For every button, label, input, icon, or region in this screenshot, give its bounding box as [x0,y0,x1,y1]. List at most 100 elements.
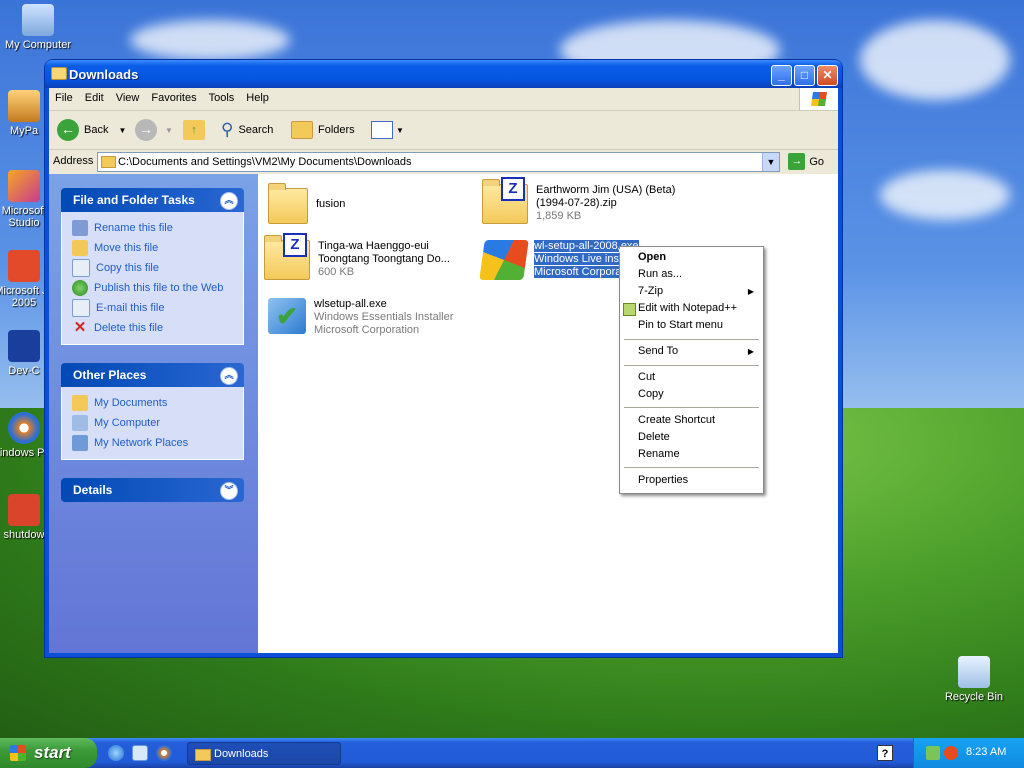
delete-x-icon: ✕ [73,319,87,336]
file-item-fusion[interactable]: fusion [268,183,345,224]
menu-tools[interactable]: Tools [203,88,241,104]
ctx-delete[interactable]: Delete [621,429,762,446]
cloud [860,20,1010,100]
file-item-earthworm-jim[interactable]: Z Earthworm Jim (USA) (Beta) (1994-07-28… [482,177,675,224]
taskbar-item-downloads[interactable]: Downloads [187,742,341,765]
views-button[interactable]: ▼ [371,118,404,142]
address-label: Address [53,155,94,167]
devc-icon [8,330,40,362]
collapse-icon[interactable]: ︽ [220,192,238,210]
other-places-header[interactable]: Other Places ︽ [61,363,244,387]
ctx-properties[interactable]: Properties [621,472,762,489]
minimize-button[interactable]: _ [771,65,792,86]
folder-shortcut-icon [8,90,40,122]
forward-arrow-icon: → [135,119,157,141]
file-item-wlsetup-all[interactable]: ✔ wlsetup-all.exe Windows Essentials Ins… [268,298,453,337]
go-button[interactable]: → Go [788,153,824,170]
task-publish[interactable]: Publish this file to the Web [72,278,243,298]
file-item-tinga-wa[interactable]: Z Tinga-wa Haenggo-eui Toongtang Toongta… [264,233,450,280]
task-delete[interactable]: ✕ Delete this file [72,318,243,338]
go-arrow-icon: → [788,153,806,170]
task-move[interactable]: Move this file [72,238,243,258]
maximize-button[interactable]: □ [794,65,815,86]
menu-separator [624,339,759,340]
context-menu: Open Run as... 7-Zip ▶ Edit with Notepad+… [619,246,764,494]
search-button[interactable]: ⚲ Search [221,118,273,142]
chevron-down-icon: ▼ [165,125,173,135]
forward-button[interactable]: → ▼ [135,118,173,142]
jsharp-icon [8,250,40,282]
ctx-open[interactable]: Open [621,249,762,266]
system-tray: 8:23 AM [913,738,1024,768]
toolbar: ← Back ▼ → ▼ ↑ ⚲ Search Folders ▼ [49,111,838,150]
globe-icon [72,280,88,296]
folders-icon [291,121,313,139]
other-places-list: My Documents My Computer My Network Plac… [61,387,244,460]
ctx-create-shortcut[interactable]: Create Shortcut [621,412,762,429]
ctx-send-to[interactable]: Send To ▶ [621,343,762,360]
windows-installer-icon [479,240,529,280]
ctx-pin-start[interactable]: Pin to Start menu [621,317,762,334]
chevron-down-icon: ▼ [396,125,404,135]
ctx-rename[interactable]: Rename [621,446,762,463]
file-item-wl-setup-all-2008[interactable]: wl-setup-all-2008.exe Windows Live inst … [479,240,639,280]
windows-logo [799,88,838,110]
desktop-icon-my-computer[interactable]: My Computer [0,4,76,51]
notepadpp-icon [623,303,636,316]
ctx-run-as[interactable]: Run as... [621,266,762,283]
up-folder-button[interactable]: ↑ [183,118,205,142]
back-arrow-icon: ← [57,119,79,141]
help-icon[interactable]: ? [877,745,893,761]
installer-icon: ✔ [268,298,306,334]
network-tray-icon[interactable] [926,746,940,760]
windows-flag-icon [811,92,827,106]
ctx-copy[interactable]: Copy [621,386,762,403]
place-my-computer[interactable]: My Computer [72,413,243,433]
collapse-icon[interactable]: ︽ [220,367,238,385]
place-my-network[interactable]: My Network Places [72,433,243,453]
folders-button[interactable]: Folders [291,118,355,142]
copy-icon [72,259,90,277]
security-tray-icon[interactable] [944,746,958,760]
desktop-icon-recycle-bin[interactable]: Recycle Bin [936,656,1012,703]
file-folder-tasks-header[interactable]: File and Folder Tasks ︽ [61,188,244,212]
details-header[interactable]: Details ︾ [61,478,244,502]
task-copy[interactable]: Copy this file [72,258,243,278]
file-folder-tasks-panel: File and Folder Tasks ︽ Rename this file… [61,188,244,345]
folder-icon [195,749,211,761]
up-folder-icon: ↑ [183,120,205,140]
menu-file[interactable]: File [49,88,79,104]
title-bar[interactable]: Downloads _ □ ✕ [45,60,842,88]
menu-help[interactable]: Help [240,88,275,104]
visual-studio-icon [8,170,40,202]
email-icon [72,299,90,317]
taskbar: start Downloads ? 8:23 AM [0,738,1024,768]
move-icon [72,240,88,256]
menu-edit[interactable]: Edit [79,88,110,104]
back-button[interactable]: ← Back ▼ [57,118,126,142]
network-icon [72,435,88,451]
window-title: Downloads [69,67,139,82]
address-input[interactable]: C:\Documents and Settings\VM2\My Documen… [97,152,780,172]
start-button[interactable]: start [0,738,97,768]
menu-favorites[interactable]: Favorites [145,88,202,104]
clock[interactable]: 8:23 AM [966,746,1006,758]
expand-icon[interactable]: ︾ [220,482,238,500]
close-button[interactable]: ✕ [817,65,838,86]
address-dropdown-button[interactable]: ▼ [762,153,779,171]
task-email[interactable]: E-mail this file [72,298,243,318]
ctx-cut[interactable]: Cut [621,369,762,386]
task-rename[interactable]: Rename this file [72,218,243,238]
folder-icon [268,183,308,224]
internet-explorer-icon[interactable] [108,745,124,761]
show-desktop-icon[interactable] [132,745,148,761]
ctx-7zip[interactable]: 7-Zip ▶ [621,283,762,300]
media-player-quicklaunch-icon[interactable] [156,745,172,761]
details-panel: Details ︾ [61,478,244,502]
menu-separator [624,407,759,408]
place-my-documents[interactable]: My Documents [72,393,243,413]
zip-badge-icon: Z [283,233,307,257]
media-player-icon [8,412,40,444]
menu-view[interactable]: View [110,88,146,104]
ctx-edit-notepadpp[interactable]: Edit with Notepad++ [621,300,762,317]
